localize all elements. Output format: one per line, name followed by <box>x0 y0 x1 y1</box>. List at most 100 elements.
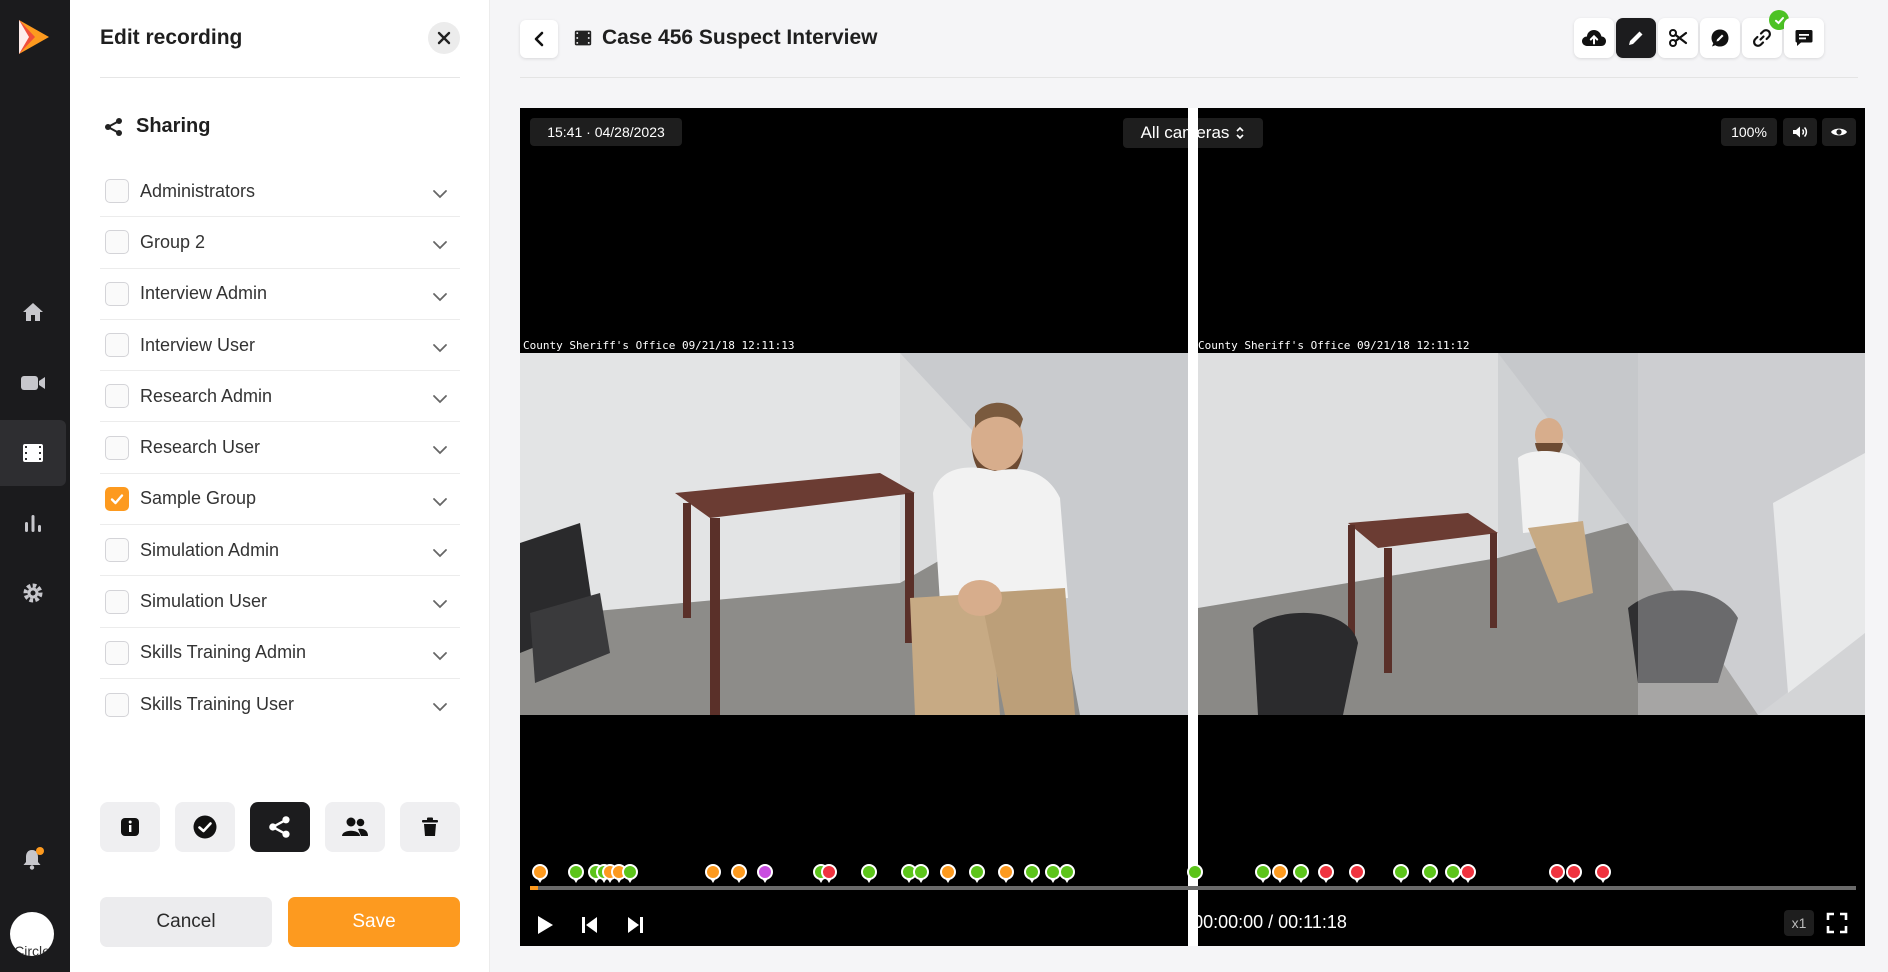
group-row[interactable]: Skills Training Admin <box>100 628 460 679</box>
timeline[interactable] <box>530 886 1856 890</box>
group-checkbox[interactable] <box>105 333 129 358</box>
nav-settings[interactable] <box>0 560 66 626</box>
timeline-marker[interactable] <box>757 864 773 883</box>
timeline-marker[interactable] <box>940 864 956 883</box>
group-row[interactable]: Simulation Admin <box>100 525 460 577</box>
group-checkbox[interactable] <box>105 589 129 614</box>
delete-button[interactable] <box>400 802 460 852</box>
next-button[interactable] <box>625 914 645 941</box>
group-row[interactable]: Simulation User <box>100 576 460 628</box>
nav-home[interactable] <box>0 279 66 345</box>
camera-1-feed[interactable] <box>520 353 1188 715</box>
chevron-down-icon[interactable] <box>432 186 448 204</box>
volume-button[interactable] <box>1783 118 1817 146</box>
back-button[interactable] <box>520 20 558 58</box>
timeline-marker[interactable] <box>998 864 1014 883</box>
group-checkbox[interactable] <box>105 692 129 717</box>
timeline-marker[interactable] <box>1422 864 1438 883</box>
timeline-marker[interactable] <box>1187 864 1203 883</box>
upload-button[interactable] <box>1574 18 1614 58</box>
timeline-marker[interactable] <box>1393 864 1409 883</box>
play-logo-icon[interactable] <box>0 4 66 70</box>
nav-recordings[interactable] <box>0 420 66 486</box>
share-link-button[interactable] <box>1742 10 1789 58</box>
group-checkbox[interactable] <box>105 179 129 204</box>
timeline-marker[interactable] <box>568 864 584 883</box>
group-row[interactable]: Research Admin <box>100 371 460 423</box>
cancel-button[interactable]: Cancel <box>100 897 272 947</box>
group-row[interactable]: Interview Admin <box>100 269 460 320</box>
play-button[interactable] <box>535 914 555 941</box>
group-checkbox[interactable] <box>105 486 129 511</box>
previous-button[interactable] <box>580 914 600 941</box>
group-checkbox[interactable] <box>105 281 129 306</box>
timeline-marker[interactable] <box>1272 864 1288 883</box>
timeline-marker[interactable] <box>1318 864 1334 883</box>
save-button[interactable]: Save <box>288 897 460 947</box>
group-checkbox[interactable] <box>105 384 129 409</box>
participants-tab-button[interactable] <box>325 802 385 852</box>
chevron-down-icon[interactable] <box>432 648 448 666</box>
group-checkbox[interactable] <box>105 230 129 255</box>
avatar[interactable]: Circle <box>10 912 54 956</box>
group-checkbox[interactable] <box>105 640 129 665</box>
group-checkbox[interactable] <box>105 435 129 460</box>
group-row[interactable]: Interview User <box>100 320 460 372</box>
chevron-down-icon[interactable] <box>432 596 448 614</box>
timeline-marker[interactable] <box>1460 864 1476 883</box>
info-tab-button[interactable] <box>100 802 160 852</box>
timeline-marker[interactable] <box>969 864 985 883</box>
timeline-marker[interactable] <box>1595 864 1611 883</box>
chevron-down-icon[interactable] <box>432 494 448 512</box>
timeline-marker[interactable] <box>913 864 929 883</box>
comment-icon <box>1795 30 1813 46</box>
timeline-marker[interactable] <box>1255 864 1271 883</box>
nav-analytics[interactable] <box>0 490 66 556</box>
group-checkbox[interactable] <box>105 538 129 563</box>
camera-2-feed[interactable] <box>1198 353 1865 715</box>
sharing-section-header: Sharing <box>104 115 210 138</box>
timeline-marker[interactable] <box>1566 864 1582 883</box>
group-row[interactable]: Group 2 <box>100 217 460 269</box>
timeline-marker[interactable] <box>1293 864 1309 883</box>
camera-1-overlay: County Sheriff's Office 09/21/18 12:11:1… <box>523 339 795 352</box>
comments-button[interactable] <box>1784 18 1824 58</box>
video-player[interactable]: 15:41 · 04/28/2023 All cameras 100% Coun… <box>520 108 1865 946</box>
group-row[interactable]: Administrators <box>100 166 460 218</box>
chevron-down-icon[interactable] <box>432 289 448 307</box>
timeline-marker[interactable] <box>1024 864 1040 883</box>
chevron-down-icon[interactable] <box>432 545 448 563</box>
chevron-down-icon[interactable] <box>432 391 448 409</box>
notifications-button[interactable] <box>0 826 66 892</box>
timeline-marker[interactable] <box>1349 864 1365 883</box>
group-row[interactable]: Sample Group <box>100 474 460 526</box>
timeline-marker[interactable] <box>1445 864 1461 883</box>
chevron-down-icon[interactable] <box>432 340 448 358</box>
group-row[interactable]: Research User <box>100 422 460 474</box>
timeline-marker[interactable] <box>821 864 837 883</box>
sharing-tab-button[interactable] <box>250 802 310 852</box>
status-tab-button[interactable] <box>175 802 235 852</box>
edit-button[interactable] <box>1616 18 1656 58</box>
timeline-marker[interactable] <box>532 864 548 883</box>
chevron-down-icon[interactable] <box>432 237 448 255</box>
sort-arrows-icon <box>1236 126 1244 140</box>
timeline-marker[interactable] <box>731 864 747 883</box>
close-button[interactable] <box>428 22 460 54</box>
chevron-down-icon[interactable] <box>432 699 448 717</box>
visibility-button[interactable] <box>1822 118 1856 146</box>
nav-video[interactable] <box>0 350 66 416</box>
zoom-level[interactable]: 100% <box>1721 118 1777 146</box>
trim-button[interactable] <box>1658 18 1698 58</box>
playback-speed[interactable]: x1 <box>1784 910 1814 936</box>
timeline-marker[interactable] <box>861 864 877 883</box>
chevron-down-icon[interactable] <box>432 442 448 460</box>
timeline-marker[interactable] <box>622 864 638 883</box>
timeline-marker[interactable] <box>705 864 721 883</box>
fullscreen-button[interactable] <box>1826 912 1848 939</box>
annotate-button[interactable] <box>1700 18 1740 58</box>
timeline-marker[interactable] <box>1059 864 1075 883</box>
timeline-marker[interactable] <box>1549 864 1565 883</box>
panel-toolbar <box>100 802 460 852</box>
group-row[interactable]: Skills Training User <box>100 679 460 730</box>
